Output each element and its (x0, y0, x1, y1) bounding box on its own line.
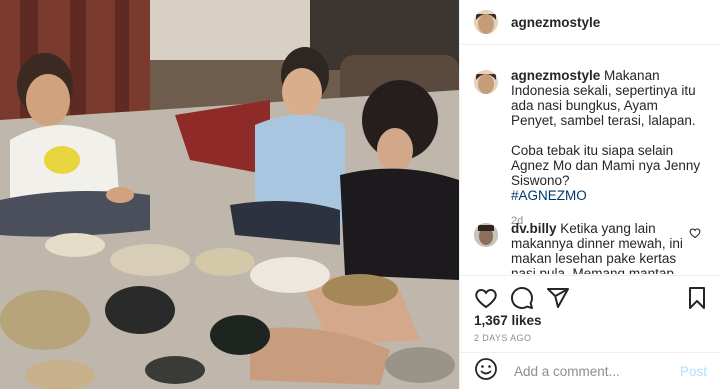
comment-body: dv.billy Ketika yang lain makannya dinne… (511, 221, 701, 274)
post-header: agnezmostyle (460, 0, 720, 45)
post-button[interactable]: Post (680, 364, 707, 379)
comment-input[interactable]: Add a comment... (514, 364, 680, 379)
avatar[interactable] (474, 223, 498, 247)
post-sidebar: agnezmostyle agnezmostyle Makanan Indone… (459, 0, 720, 389)
caption-text-2: Coba tebak itu siapa selain Agnez Mo dan… (511, 143, 701, 188)
avatar[interactable] (474, 10, 498, 34)
comment-username[interactable]: dv.billy (511, 221, 557, 236)
heart-icon[interactable] (474, 286, 498, 315)
post-date[interactable]: 2 DAYS AGO (474, 333, 531, 343)
actions-bar: 1,367 likes 2 DAYS AGO (460, 275, 720, 359)
likes-count[interactable]: 1,367 likes (474, 313, 542, 328)
add-comment-bar: Add a comment... Post (460, 352, 720, 389)
caption: agnezmostyle Makanan Indonesia sekali, s… (474, 68, 706, 229)
hashtag-link[interactable]: #AGNEZMO (511, 188, 587, 203)
bookmark-icon[interactable] (685, 286, 709, 315)
avatar[interactable] (474, 70, 498, 94)
heart-icon[interactable] (689, 226, 701, 244)
comment-icon[interactable] (510, 286, 534, 315)
caption-body: agnezmostyle Makanan Indonesia sekali, s… (511, 68, 706, 229)
emoji-icon[interactable] (474, 357, 498, 386)
post-photo[interactable] (0, 0, 459, 389)
action-icons (474, 286, 570, 315)
header-username[interactable]: agnezmostyle (511, 15, 600, 30)
caption-username[interactable]: agnezmostyle (511, 68, 600, 83)
comments-area: agnezmostyle Makanan Indonesia sekali, s… (460, 46, 720, 274)
comment-item: dv.billy Ketika yang lain makannya dinne… (474, 221, 701, 274)
share-icon[interactable] (546, 286, 570, 315)
